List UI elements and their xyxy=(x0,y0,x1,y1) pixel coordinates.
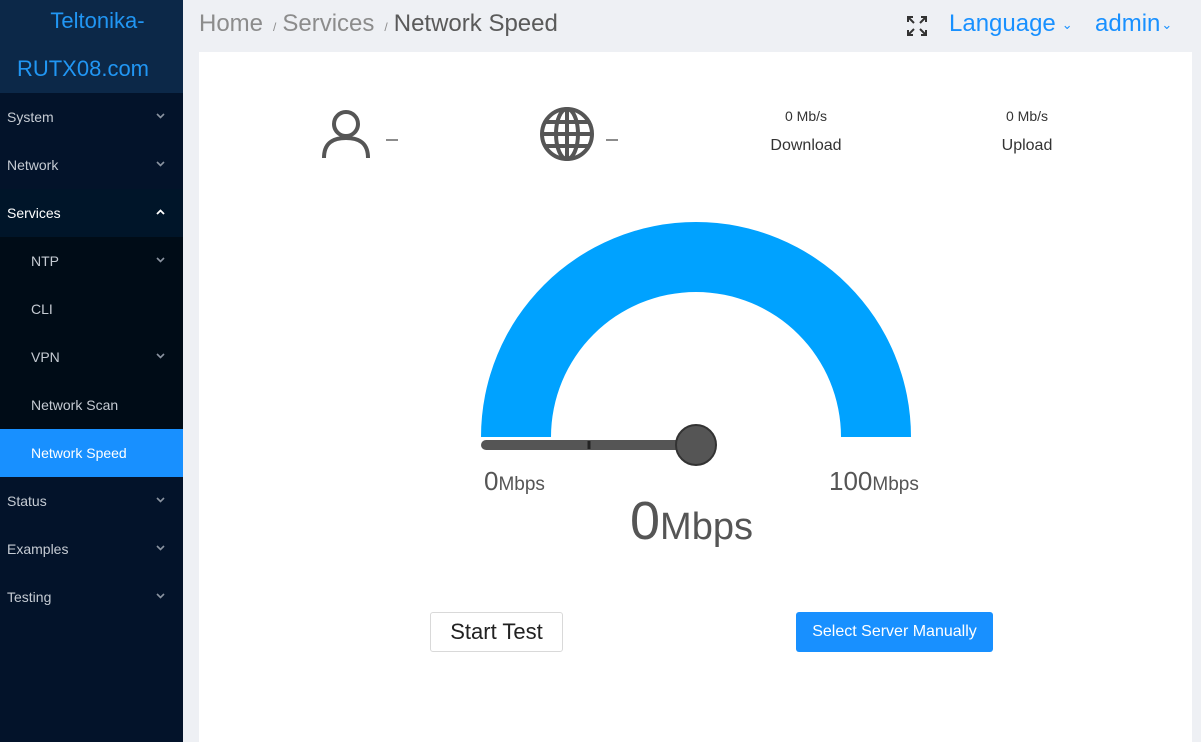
sidebar-item-services[interactable]: Services xyxy=(0,189,183,237)
sidebar-subitem-label: Network Scan xyxy=(31,397,119,413)
user-label: admin xyxy=(1095,10,1161,37)
breadcrumb-current: Network Speed xyxy=(393,10,558,37)
brand-line-1: Teltonika- xyxy=(50,8,145,33)
sidebar-item-status[interactable]: Status xyxy=(0,477,183,525)
gauge-hub xyxy=(675,424,717,466)
chevron-down-icon xyxy=(156,525,165,573)
select-server-button[interactable]: Select Server Manually xyxy=(796,612,993,652)
speed-test-panel: – – 0 Mb/s Download 0 Mb/s Upload 0Mbps … xyxy=(199,52,1192,742)
sidebar-subitem-vpn[interactable]: VPN xyxy=(0,333,183,381)
services-submenu: NTP CLI VPN Network Scan Network Speed xyxy=(0,237,183,477)
chevron-down-icon xyxy=(156,237,165,285)
brand-logo[interactable]: Teltonika- RUTX08.com xyxy=(0,0,183,93)
sidebar-item-network[interactable]: Network xyxy=(0,141,183,189)
sidebar-subitem-ntp[interactable]: NTP xyxy=(0,237,183,285)
sidebar-subitem-label: VPN xyxy=(31,349,60,365)
chevron-down-icon: ⌄ xyxy=(1061,16,1073,32)
sidebar-subitem-network-scan[interactable]: Network Scan xyxy=(0,381,183,429)
gauge-min-label: 0Mbps xyxy=(484,466,545,497)
current-speed-unit: Mbps xyxy=(660,506,753,548)
language-dropdown[interactable]: Language ⌄ xyxy=(949,10,1073,38)
sidebar-subitem-label: Network Speed xyxy=(31,445,127,461)
language-label: Language xyxy=(949,10,1056,37)
sidebar-item-label: Services xyxy=(7,205,61,221)
gauge-arc xyxy=(481,222,911,437)
sidebar-item-label: System xyxy=(7,109,54,125)
chevron-down-icon xyxy=(156,141,165,189)
gauge-max-label: 100Mbps xyxy=(829,466,919,497)
sidebar-item-label: Testing xyxy=(7,589,52,605)
chevron-down-icon xyxy=(156,573,165,621)
top-header: Home / Services / Network Speed Language ⌄ ad… xyxy=(183,0,1201,50)
gauge-max-unit: Mbps xyxy=(872,474,919,495)
sidebar-subitem-cli[interactable]: CLI xyxy=(0,285,183,333)
sidebar-item-system[interactable]: System xyxy=(0,93,183,141)
chevron-up-icon xyxy=(156,189,165,237)
current-speed-readout: 0Mbps xyxy=(630,490,753,552)
sidebar-subitem-network-speed[interactable]: Network Speed xyxy=(0,429,183,477)
sidebar-item-label: Status xyxy=(7,493,47,509)
sidebar-subitem-label: NTP xyxy=(31,253,59,269)
sidebar-item-label: Network xyxy=(7,157,59,173)
fullscreen-icon[interactable] xyxy=(906,15,928,37)
sidebar-item-testing[interactable]: Testing xyxy=(0,573,183,621)
speed-gauge xyxy=(481,222,911,466)
sidebar-subitem-label: CLI xyxy=(31,301,53,317)
breadcrumb: Home / Services / Network Speed xyxy=(199,10,558,38)
brand-line-2: RUTX08.com xyxy=(16,56,150,81)
chevron-down-icon: ⌄ xyxy=(1161,16,1173,32)
sidebar-item-examples[interactable]: Examples xyxy=(0,525,183,573)
gauge-min-value: 0 xyxy=(484,466,499,496)
breadcrumb-home[interactable]: Home xyxy=(199,10,263,37)
breadcrumb-separator: / xyxy=(273,20,277,34)
gauge-min-unit: Mbps xyxy=(498,474,545,495)
sidebar-item-label: Examples xyxy=(7,541,69,557)
start-test-button[interactable]: Start Test xyxy=(430,612,563,652)
chevron-down-icon xyxy=(156,333,165,381)
sidebar: Teltonika- RUTX08.com System Network Ser… xyxy=(0,0,183,742)
current-speed-value: 0 xyxy=(630,491,661,551)
chevron-down-icon xyxy=(156,93,165,141)
user-menu[interactable]: admin⌄ xyxy=(1095,10,1172,38)
chevron-down-icon xyxy=(156,477,165,525)
gauge-max-value: 100 xyxy=(829,466,873,496)
breadcrumb-separator: / xyxy=(384,20,388,34)
breadcrumb-services[interactable]: Services xyxy=(282,10,374,37)
